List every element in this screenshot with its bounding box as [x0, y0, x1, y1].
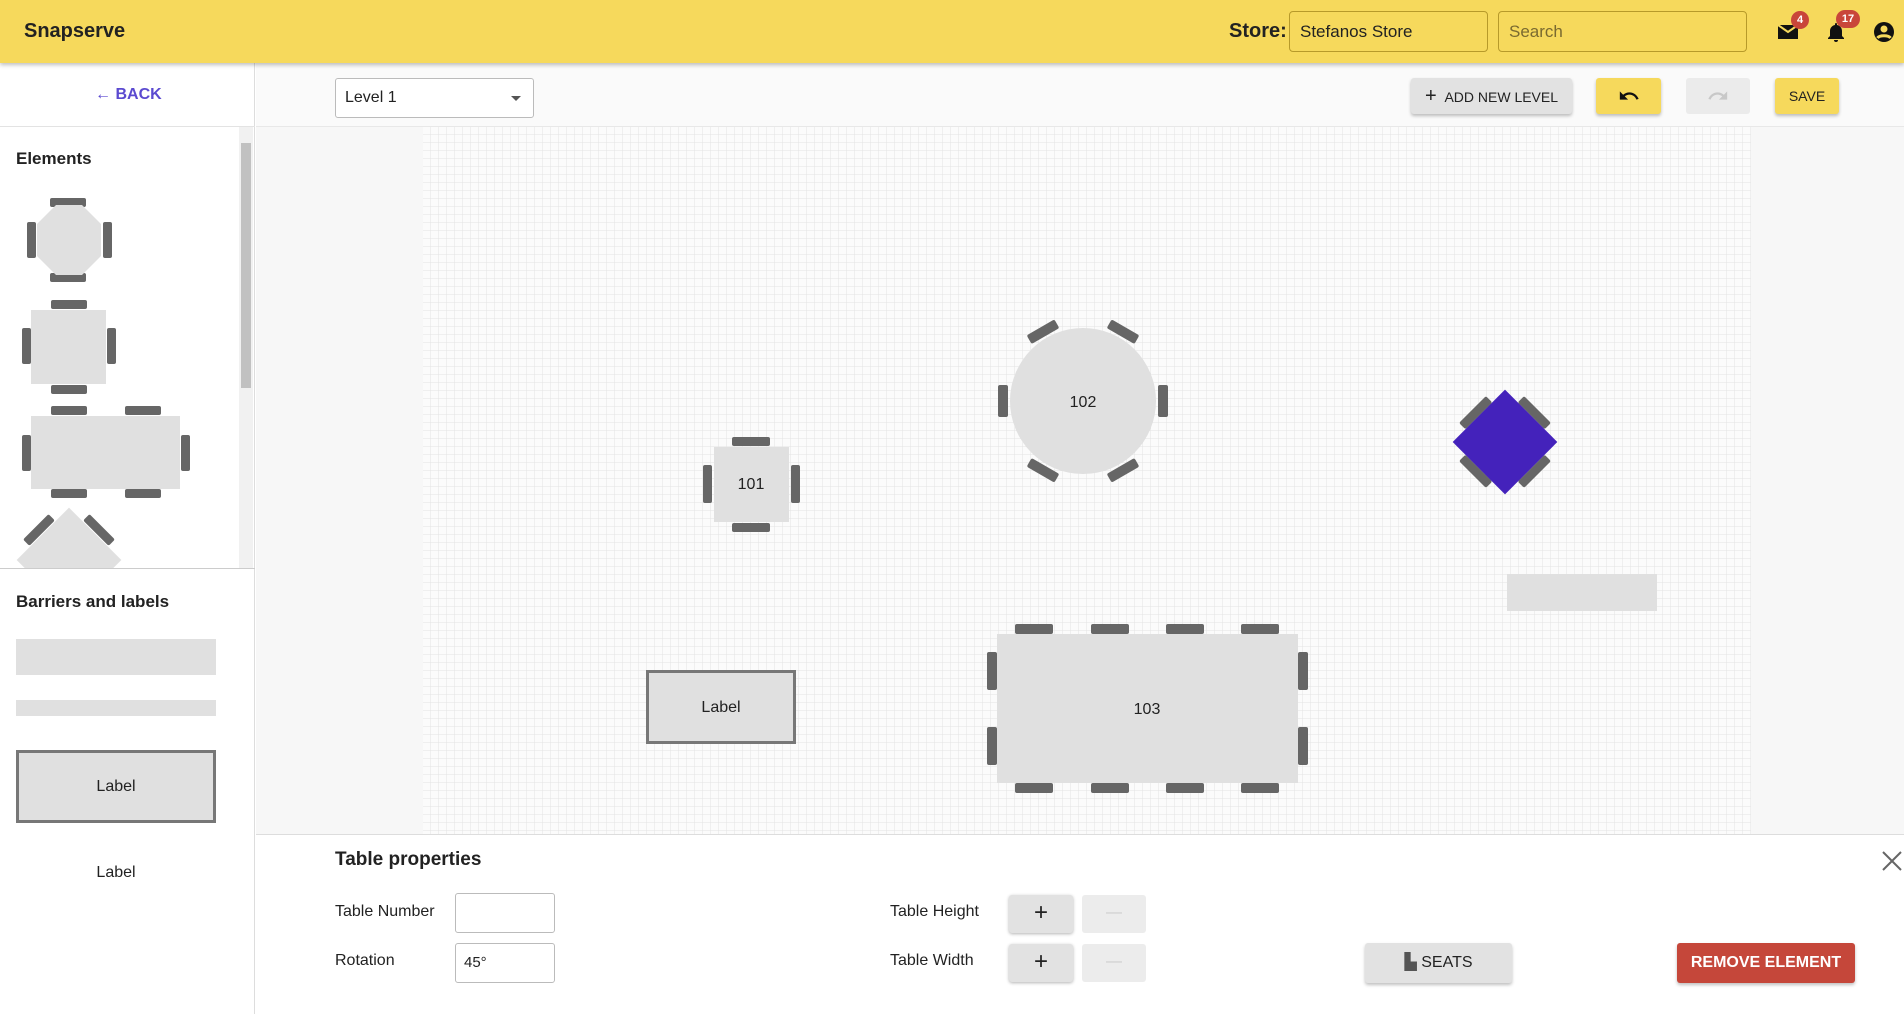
table-number-label: Table Number — [335, 903, 435, 920]
width-increase-button[interactable]: + — [1009, 944, 1073, 982]
panel-title: Table properties — [335, 849, 482, 870]
square-table-element[interactable] — [22, 300, 116, 394]
elements-palette — [10, 198, 190, 568]
remove-element-button[interactable]: REMOVE ELEMENT — [1677, 943, 1855, 983]
table-number: 102 — [1070, 394, 1097, 411]
seats-label: SEATS — [1421, 954, 1473, 971]
width-decrease-button[interactable]: — — [1082, 944, 1146, 982]
rectangle-table-element[interactable] — [22, 406, 190, 498]
level-value: Level 1 — [345, 89, 397, 106]
barriers-heading: Barriers and labels — [16, 592, 170, 611]
thin-barrier-element[interactable] — [16, 700, 216, 716]
table-103[interactable]: 103 — [987, 624, 1308, 793]
table-101[interactable]: 101 — [703, 437, 800, 532]
search-input[interactable]: Search — [1498, 11, 1747, 52]
back-label: BACK — [115, 86, 162, 103]
undo-icon — [1619, 91, 1639, 100]
table-height-label: Table Height — [890, 903, 979, 920]
plus-icon: + — [1424, 85, 1437, 107]
scrollbar[interactable] — [239, 127, 253, 568]
table-properties-panel: Table properties Table Number Rotation 4… — [256, 834, 1904, 1014]
rotation-label: Rotation — [335, 952, 395, 969]
table-number: 101 — [738, 476, 765, 493]
seats-button[interactable]: ▙ SEATS — [1365, 943, 1512, 983]
canvas-label-box[interactable]: Label — [646, 670, 796, 744]
chevron-down-icon — [511, 96, 521, 101]
add-level-label: ADD NEW LEVEL — [1444, 89, 1559, 105]
store-label: Store: — [1229, 20, 1287, 42]
label-box-element[interactable]: Label — [16, 750, 216, 823]
table-number-input[interactable] — [455, 893, 555, 933]
redo-icon — [1708, 91, 1728, 100]
arrow-left-icon: ← — [95, 86, 111, 103]
brand-logo[interactable]: Snapserve — [24, 20, 125, 43]
app-header: Snapserve Store: Stefanos Store Search 4… — [0, 0, 1904, 63]
floor-plan-canvas[interactable]: 101 102 Label 103 — [256, 127, 1904, 834]
close-icon[interactable] — [1881, 850, 1903, 872]
table-width-label: Table Width — [890, 952, 974, 969]
toolbar: Level 1 + ADD NEW LEVEL SAVE — [256, 63, 1904, 127]
undo-button[interactable] — [1596, 78, 1661, 114]
mail-badge: 4 — [1791, 11, 1809, 29]
height-decrease-button[interactable]: — — [1082, 895, 1146, 933]
sidebar: ← BACK Elements Barriers and labels Labe… — [0, 63, 255, 1014]
label-text: Label — [701, 699, 740, 716]
notification-badge: 17 — [1836, 10, 1860, 28]
octagon-table-element[interactable] — [27, 198, 112, 282]
wide-barrier-element[interactable] — [16, 639, 216, 675]
store-select[interactable]: Stefanos Store — [1289, 11, 1488, 52]
back-button[interactable]: ← BACK — [95, 86, 162, 104]
seat-icon: ▙ — [1404, 954, 1417, 971]
level-select[interactable]: Level 1 — [335, 78, 534, 118]
save-button[interactable]: SAVE — [1775, 78, 1839, 114]
height-increase-button[interactable]: + — [1009, 895, 1073, 933]
diamond-table-element[interactable] — [10, 494, 129, 568]
table-number: 103 — [1134, 701, 1161, 718]
account-icon[interactable] — [1872, 20, 1896, 44]
add-new-level-button[interactable]: + ADD NEW LEVEL — [1411, 78, 1572, 114]
text-label-element[interactable]: Label — [16, 864, 216, 882]
canvas-barrier[interactable] — [1507, 574, 1657, 611]
redo-button[interactable] — [1686, 78, 1750, 114]
rotation-input[interactable]: 45° — [455, 943, 555, 983]
